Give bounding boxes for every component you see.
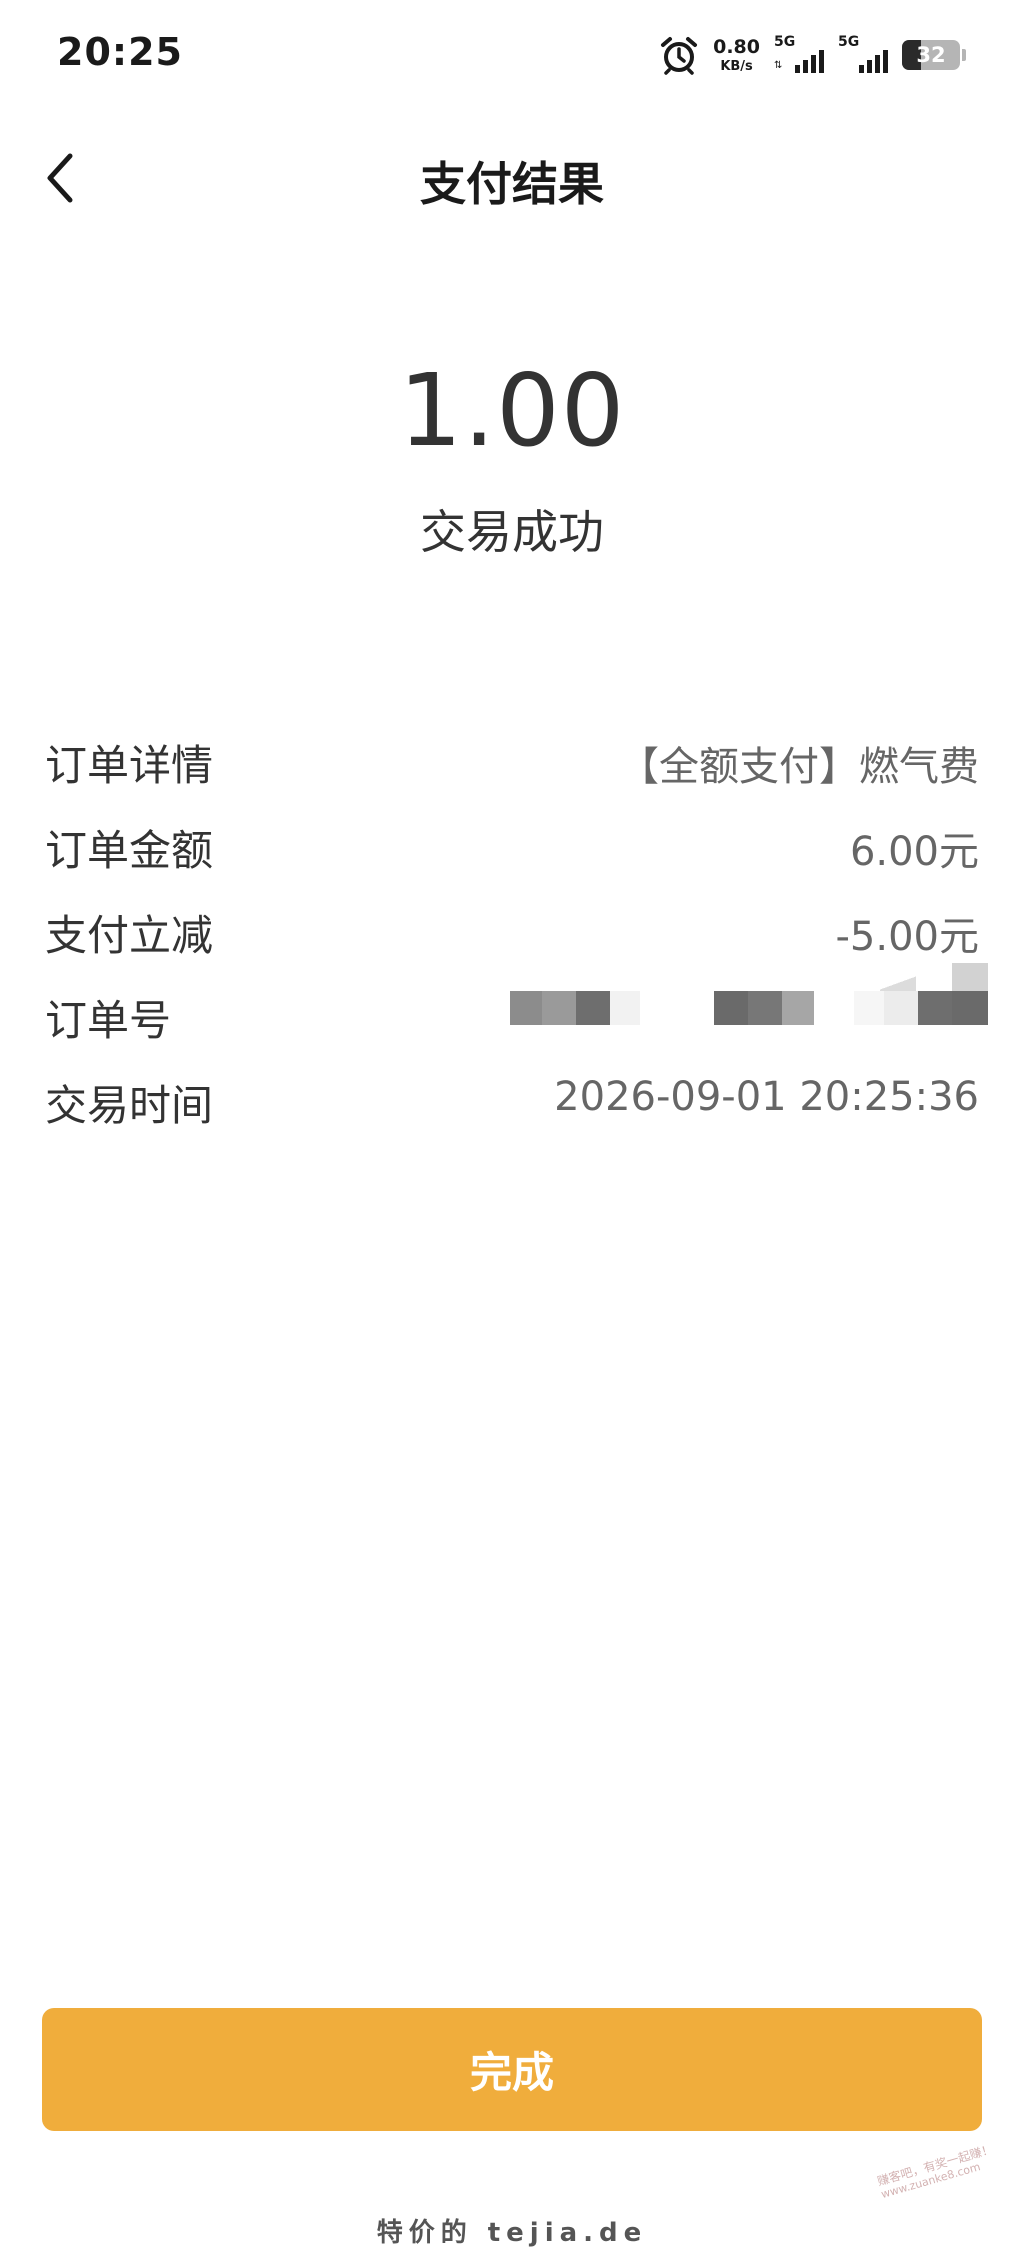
detail-label: 支付立减 (45, 911, 214, 960)
network-speed-value: 0.80 (713, 35, 760, 58)
network-speed-unit: KB/s (720, 58, 753, 74)
payment-amount: 1.00 (398, 352, 626, 469)
order-number-mosaic (510, 991, 990, 1027)
sim2-network-type: 5G (838, 34, 860, 50)
data-arrows-icon: ⇅ (774, 60, 783, 71)
detail-value: 【全额支付】燃气费 (619, 744, 979, 790)
page-title: 支付结果 (420, 157, 604, 211)
detail-label: 订单号 (45, 996, 172, 1045)
network-speed: 0.80 KB/s (713, 35, 760, 74)
detail-row-order-details: 订单详情 【全额支付】燃气费 (0, 722, 1024, 807)
alarm-clock-icon (661, 37, 698, 75)
status-time: 20:25 (57, 30, 183, 74)
mosaic-redaction (880, 963, 990, 993)
battery-tip (962, 49, 966, 61)
sim1-network-type: 5G (774, 34, 796, 50)
corner-watermark: 赚客吧，有奖一起赚！ www.zuanke8.com (876, 2140, 1010, 2202)
detail-value: 2026-09-01 20:25:36 (554, 1074, 979, 1120)
transaction-status: 交易成功 (420, 505, 604, 559)
detail-row-discount: 支付立减 -5.00元 (0, 892, 1024, 977)
signal-bars-icon (859, 50, 888, 73)
nav-bar: 支付结果 (0, 112, 1024, 242)
signal-bars-icon (795, 50, 824, 73)
detail-row-order-number: 订单号 (0, 963, 1024, 1062)
battery-level: 32 (916, 43, 946, 67)
detail-value: -5.00元 (835, 914, 980, 960)
detail-value: 6.00元 (849, 829, 979, 875)
detail-row-transaction-time: 交易时间 2026-09-01 20:25:36 (0, 1062, 1024, 1147)
status-bar: 20:25 0.80 KB/s 5G ⇅ 5G 32 (0, 0, 1024, 112)
detail-row-order-amount: 订单金额 6.00元 (0, 807, 1024, 892)
detail-label: 交易时间 (45, 1081, 214, 1130)
battery-icon: 32 (902, 40, 960, 70)
done-button[interactable]: 完成 (42, 2008, 982, 2131)
detail-label: 订单金额 (45, 826, 214, 875)
status-icons: 0.80 KB/s 5G ⇅ 5G 32 (659, 34, 966, 76)
site-watermark: 特价的 tejia.de (376, 2218, 648, 2248)
detail-label: 订单详情 (45, 741, 214, 790)
sim1-signal-icon: 5G ⇅ (774, 35, 824, 75)
order-details: 订单详情 【全额支付】燃气费 订单金额 6.00元 支付立减 -5.00元 订单… (0, 722, 1024, 1147)
sim2-signal-icon: 5G (838, 35, 888, 75)
